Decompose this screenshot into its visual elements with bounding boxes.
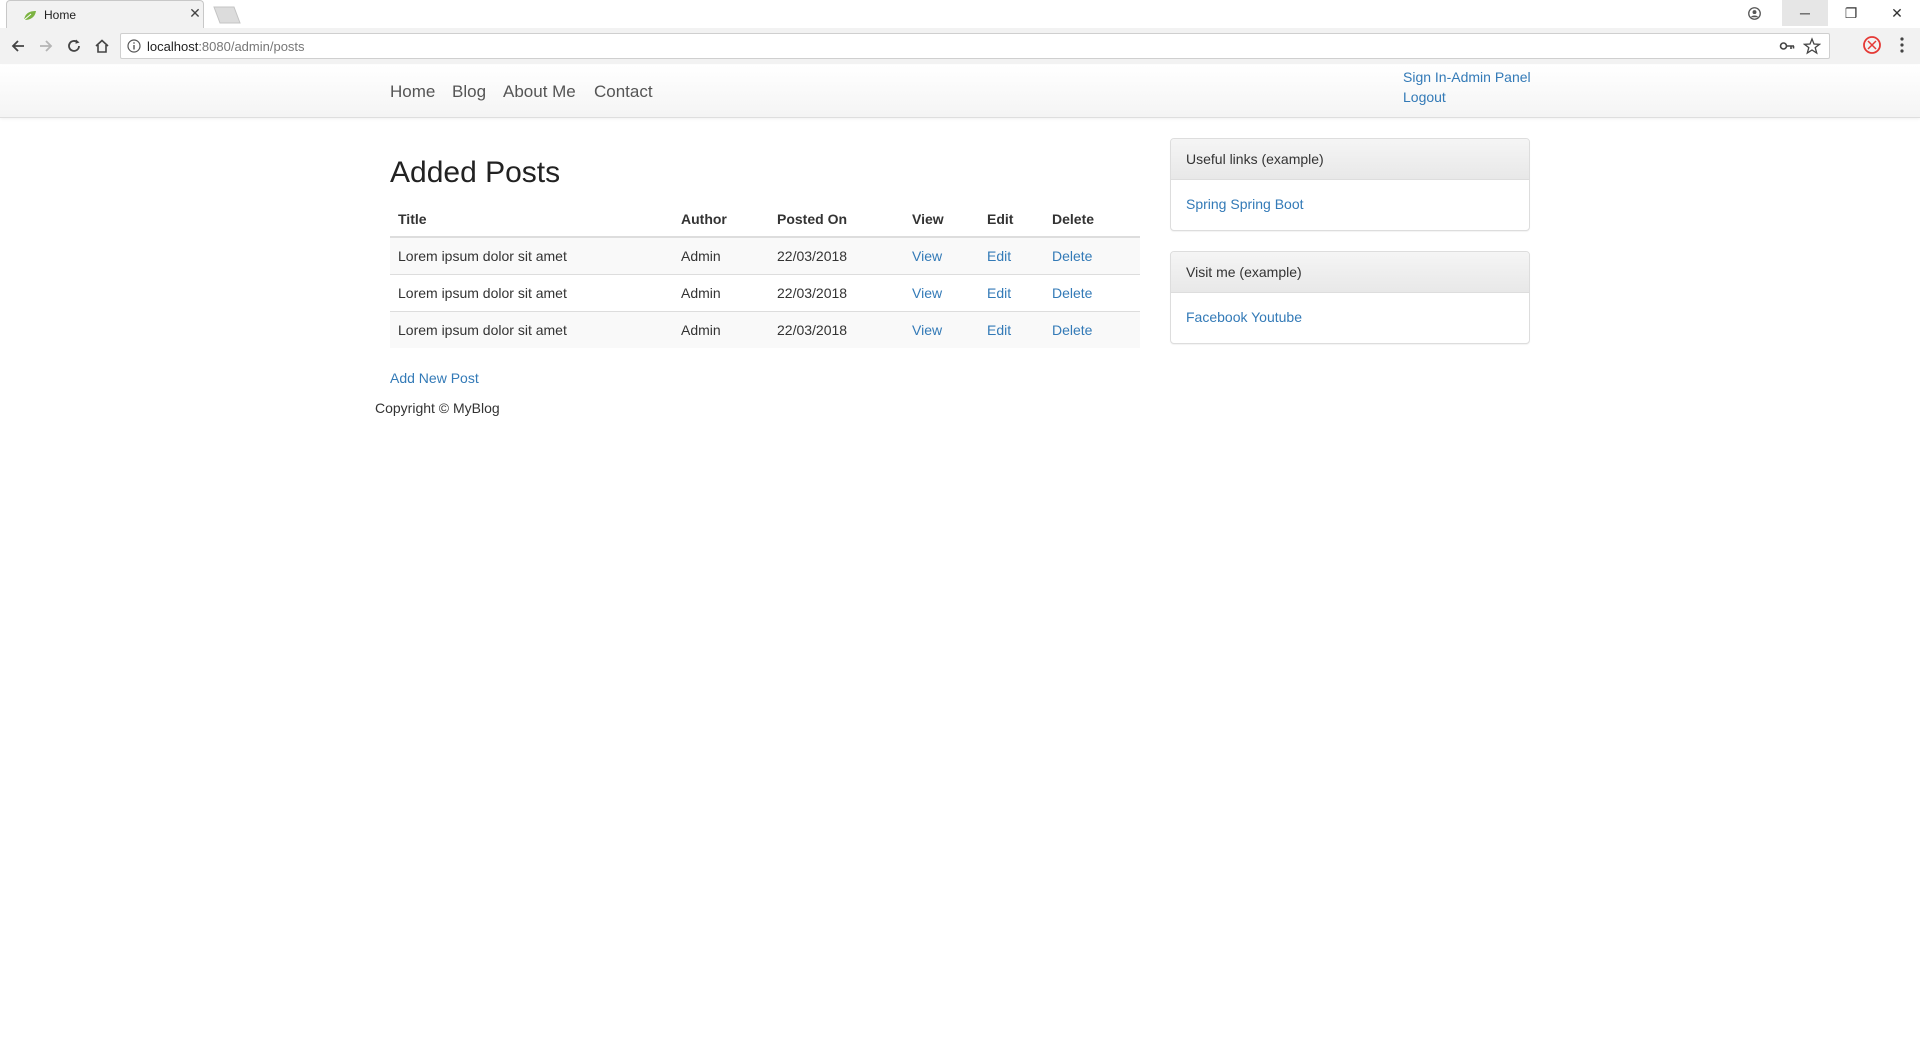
facebook-link[interactable]: Facebook xyxy=(1186,309,1247,325)
panel-heading: Useful links (example) xyxy=(1171,139,1529,180)
browser-chrome: Home ✕ ─ ❐ ✕ localhost:8080/admin/posts xyxy=(0,0,1920,64)
browser-tab[interactable]: Home ✕ xyxy=(6,0,204,28)
home-icon[interactable] xyxy=(90,34,114,58)
panel-heading: Visit me (example) xyxy=(1171,252,1529,293)
reload-icon[interactable] xyxy=(62,34,86,58)
post-title: Lorem ipsum dolor sit amet xyxy=(390,310,673,348)
post-author: Admin xyxy=(673,310,769,348)
browser-toolbar: localhost:8080/admin/posts xyxy=(0,28,1920,64)
logout-link[interactable]: Logout xyxy=(1403,89,1446,105)
post-title: Lorem ipsum dolor sit amet xyxy=(390,273,673,311)
delete-cell: Delete xyxy=(1044,310,1140,348)
copyright-text: Copyright © MyBlog xyxy=(375,400,500,416)
visit-me-panel: Visit me (example) Facebook Youtube xyxy=(1170,251,1530,344)
view-link[interactable]: View xyxy=(912,322,942,338)
forward-arrow-icon[interactable] xyxy=(34,34,58,58)
leaf-favicon-icon xyxy=(23,11,36,21)
tab-close-icon[interactable]: ✕ xyxy=(187,5,203,21)
view-cell: View xyxy=(904,310,979,348)
nav-about-me[interactable]: About Me xyxy=(503,82,576,102)
edit-cell: Edit xyxy=(979,310,1044,348)
delete-link[interactable]: Delete xyxy=(1052,322,1092,338)
edit-cell: Edit xyxy=(979,236,1044,274)
edit-link[interactable]: Edit xyxy=(987,285,1011,301)
key-icon[interactable] xyxy=(1779,39,1795,53)
post-date: 22/03/2018 xyxy=(769,310,904,348)
post-title: Lorem ipsum dolor sit amet xyxy=(390,236,673,274)
table-row: Lorem ipsum dolor sit amet Admin 22/03/2… xyxy=(390,310,1140,348)
bookmark-star-icon[interactable] xyxy=(1803,37,1821,55)
url-text: localhost:8080/admin/posts xyxy=(147,39,305,54)
nav-blog[interactable]: Blog xyxy=(452,82,486,102)
new-tab-button[interactable] xyxy=(210,6,242,24)
post-date: 22/03/2018 xyxy=(769,236,904,274)
address-bar[interactable]: localhost:8080/admin/posts xyxy=(120,33,1830,59)
nav-home[interactable]: Home xyxy=(390,82,435,102)
post-author: Admin xyxy=(673,236,769,274)
tab-strip: Home ✕ ─ ❐ ✕ xyxy=(0,0,1920,28)
site-navbar: Home Blog About Me Contact Sign In-Admin… xyxy=(0,65,1920,118)
posts-table: Title Author Posted On View Edit Delete … xyxy=(390,202,1140,348)
maximize-button[interactable]: ❐ xyxy=(1828,0,1874,26)
spring-boot-link[interactable]: Spring Boot xyxy=(1230,196,1303,212)
url-path: :8080/admin/posts xyxy=(198,39,305,54)
view-cell: View xyxy=(904,273,979,311)
view-link[interactable]: View xyxy=(912,285,942,301)
useful-links-panel: Useful links (example) Spring Spring Boo… xyxy=(1170,138,1530,231)
header-title: Title xyxy=(390,202,673,238)
panel-body: Facebook Youtube xyxy=(1171,293,1529,325)
page-viewport: Home Blog About Me Contact Sign In-Admin… xyxy=(0,65,1920,1040)
table-row: Lorem ipsum dolor sit amet Admin 22/03/2… xyxy=(390,273,1140,311)
delete-link[interactable]: Delete xyxy=(1052,285,1092,301)
url-host: localhost xyxy=(147,39,199,54)
youtube-link[interactable]: Youtube xyxy=(1251,309,1302,325)
panel-body: Spring Spring Boot xyxy=(1171,180,1529,212)
browser-menu-icon[interactable] xyxy=(1894,35,1910,55)
edit-link[interactable]: Edit xyxy=(987,248,1011,264)
add-new-post-link[interactable]: Add New Post xyxy=(390,370,479,386)
back-arrow-icon[interactable] xyxy=(6,34,30,58)
delete-cell: Delete xyxy=(1044,236,1140,274)
profile-icon[interactable] xyxy=(1732,0,1776,26)
delete-cell: Delete xyxy=(1044,273,1140,311)
post-date: 22/03/2018 xyxy=(769,273,904,311)
view-link[interactable]: View xyxy=(912,248,942,264)
delete-link[interactable]: Delete xyxy=(1052,248,1092,264)
post-author: Admin xyxy=(673,273,769,311)
table-row: Lorem ipsum dolor sit amet Admin 22/03/2… xyxy=(390,236,1140,274)
sign-in-admin-link[interactable]: Sign In-Admin Panel xyxy=(1403,69,1531,85)
header-view: View xyxy=(904,202,979,238)
nav-contact[interactable]: Contact xyxy=(594,82,653,102)
tab-title: Home xyxy=(44,8,77,22)
spring-link[interactable]: Spring xyxy=(1186,196,1226,212)
edit-cell: Edit xyxy=(979,273,1044,311)
table-header-row: Title Author Posted On View Edit Delete xyxy=(390,202,1140,238)
extension-icon[interactable] xyxy=(1862,35,1882,55)
view-cell: View xyxy=(904,236,979,274)
header-edit: Edit xyxy=(979,202,1044,238)
minimize-button[interactable]: ─ xyxy=(1782,0,1828,26)
header-author: Author xyxy=(673,202,769,238)
edit-link[interactable]: Edit xyxy=(987,322,1011,338)
info-icon[interactable] xyxy=(127,39,141,53)
page-title: Added Posts xyxy=(390,156,561,189)
header-delete: Delete xyxy=(1044,202,1140,238)
close-window-button[interactable]: ✕ xyxy=(1874,0,1920,26)
header-posted-on: Posted On xyxy=(769,202,904,238)
